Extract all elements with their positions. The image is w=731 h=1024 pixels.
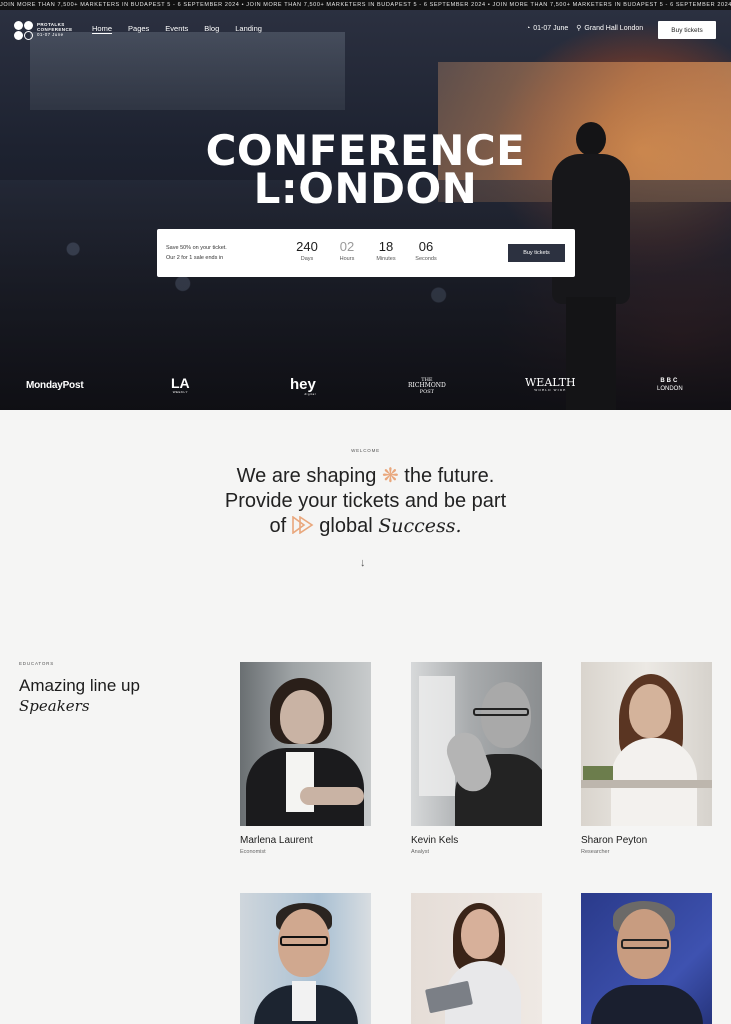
speaker-photo[interactable] [411, 893, 542, 1024]
speaker-role: Analyst [411, 849, 430, 855]
sponsor-mondaypost-logo: MondayPost [26, 380, 84, 391]
speaker-photo[interactable] [411, 662, 542, 826]
top-navigation: PROTALKS CONFERENCE 01-07 June Home Page… [0, 10, 731, 50]
sponsor-la-logo: LA WEEKLY [171, 376, 190, 394]
event-date: ◔ 01-07 June [526, 25, 568, 32]
event-location-text: Grand Hall London [584, 25, 644, 32]
welcome-line-2: Provide your tickets and be part [224, 490, 507, 512]
welcome-line-3c: Success. [378, 515, 462, 537]
logo-text: PROTALKS CONFERENCE 01-07 June [37, 22, 73, 37]
sponsor-richmond-logo: THE RICHMOND POST [408, 377, 446, 395]
countdown-seconds-label: Seconds [415, 256, 437, 262]
event-info: ◔ 01-07 June ⚲ Grand Hall London [526, 24, 643, 33]
sponsor-richmond-line-3: POST [419, 389, 435, 395]
announcement-ticker: JOIN MORE THAN 7,500+ MARKETERS IN BUDAP… [0, 0, 731, 10]
countdown-minutes-label: Minutes [376, 256, 396, 262]
nav-link-pages[interactable]: Pages [128, 24, 149, 33]
nav-link-home[interactable]: Home [92, 24, 112, 33]
sponsor-hey-logo: hey digital [290, 377, 316, 396]
nav-link-events[interactable]: Events [165, 24, 188, 33]
countdown-minutes: 18 Minutes [366, 239, 406, 263]
speakers-heading: Amazing line up Speakers [19, 675, 140, 717]
nav-links: Home Pages Events Blog Landing [92, 24, 262, 33]
speaker-name[interactable]: Kevin Kels [411, 835, 458, 846]
promo-line-1: Save 50% on your ticket. [166, 245, 227, 251]
sponsor-la-text: LA [171, 375, 190, 391]
welcome-statement: We are shaping ❋ the future. Provide you… [0, 464, 731, 539]
speaker-photo[interactable] [581, 662, 712, 826]
event-location: ⚲ Grand Hall London [576, 24, 643, 32]
buy-tickets-nav-button[interactable]: Buy tickets [658, 21, 716, 39]
speaker-name[interactable]: Marlena Laurent [240, 835, 313, 846]
sponsor-bbc-subtext: LONDON [657, 386, 683, 392]
countdown-days-label: Days [300, 256, 314, 262]
speakers-heading-italic: Speakers [19, 697, 90, 715]
countdown-minutes-value: 18 [378, 239, 394, 254]
promo-line-2: Our 2 for 1 sale ends in [166, 255, 224, 261]
sponsor-la-subtext: WEEKLY [172, 390, 188, 394]
countdown-hours-value: 02 [339, 239, 355, 254]
site-logo[interactable]: PROTALKS CONFERENCE 01-07 June [14, 20, 84, 42]
sponsor-hey-text: hey [290, 376, 316, 393]
hero-title-line-2: L:ONDON [253, 164, 478, 213]
buy-tickets-countdown-button[interactable]: Buy tickets [508, 244, 565, 262]
welcome-line-3b: global [319, 515, 373, 537]
welcome-eyebrow: WELCOME [351, 448, 380, 453]
speaker-role: Economist [240, 849, 266, 855]
nav-link-landing[interactable]: Landing [235, 24, 262, 33]
speaker-photo[interactable] [240, 662, 371, 826]
sponsor-bbc-logo: BBC LONDON [657, 378, 683, 393]
welcome-line-1a: We are shaping [236, 465, 377, 487]
logo-line-3: 01-07 June [37, 32, 64, 37]
speaker-photo[interactable] [581, 893, 712, 1024]
countdown-days: 240 Days [287, 239, 327, 263]
welcome-line-1b: the future. [404, 465, 495, 487]
sponsor-bbc-text: BBC [660, 378, 680, 384]
clock-icon: ◔ [526, 24, 531, 32]
countdown-hours: 02 Hours [327, 239, 367, 263]
countdown-seconds: 06 Seconds [406, 239, 446, 263]
sponsor-logos: MondayPost LA WEEKLY hey digital THE RIC… [0, 368, 731, 398]
countdown-hours-label: Hours [339, 256, 355, 262]
nav-link-blog[interactable]: Blog [204, 24, 219, 33]
countdown-seconds-value: 06 [418, 239, 434, 254]
speakers-heading-text: Amazing line up [19, 676, 140, 695]
ticket-countdown-panel: Save 50% on your ticket. Our 2 for 1 sal… [157, 229, 575, 277]
promo-text: Save 50% on your ticket. Our 2 for 1 sal… [166, 243, 276, 263]
logo-mark-icon [14, 21, 34, 41]
countdown-days-value: 240 [296, 239, 318, 254]
sponsor-wealth-text: WEALTH [525, 376, 576, 389]
scroll-down-arrow-icon[interactable]: ↓ [360, 557, 366, 569]
location-pin-icon: ⚲ [576, 25, 582, 32]
sponsor-wealth-logo: WEALTH WORLD WIDE [525, 377, 576, 392]
speaker-role: Researcher [581, 849, 610, 855]
flower-icon: ❋ [381, 465, 399, 487]
hero-title: CONFERENCE L:ONDON [0, 130, 731, 213]
speaker-name[interactable]: Sharon Peyton [581, 835, 647, 846]
speakers-eyebrow: EDUCATORS [19, 661, 55, 666]
welcome-line-3a: of [269, 515, 287, 537]
speaker-photo[interactable] [240, 893, 371, 1024]
event-date-text: 01-07 June [533, 24, 569, 32]
play-icon [291, 516, 314, 534]
